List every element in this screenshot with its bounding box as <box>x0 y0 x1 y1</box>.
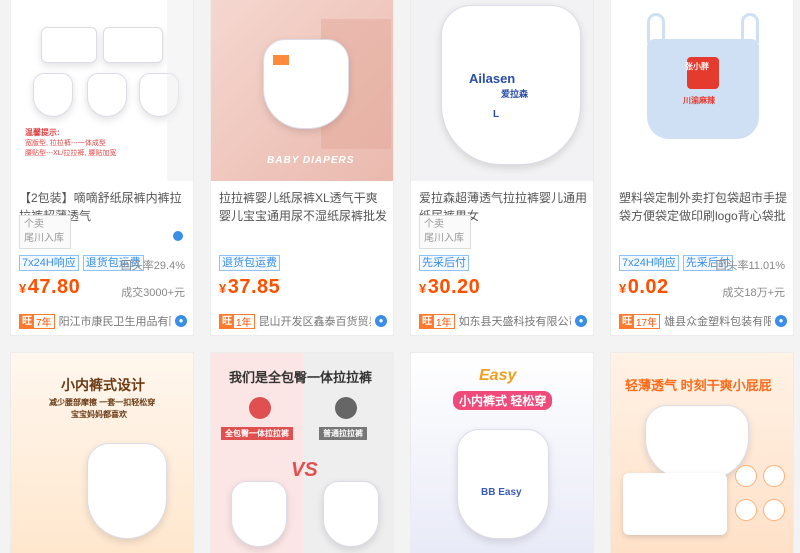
product-image[interactable]: 温馨提示: 宽版型, 拉拉裤---一体成型 腰贴型---XL/拉拉裤, 腰贴加宽 <box>11 0 193 181</box>
image-caption: 宝宝妈妈都喜欢 <box>71 410 127 419</box>
product-image[interactable]: Easy 小内裤式 轻松穿 BB Easy <box>411 353 593 553</box>
product-image[interactable]: 小内裤式设计 减少腰部摩擦 一套一扣轻松穿 宝宝妈妈都喜欢 <box>11 353 193 553</box>
shop-thumbnail: 个卖 尾川入库 <box>419 215 471 249</box>
product-title[interactable]: 拉拉裤婴儿纸尿裤XL透气干爽婴儿宝宝通用尿不湿纸尿裤批发 <box>219 189 387 225</box>
price: ¥47.80 <box>19 276 80 299</box>
sales-volume: 成交18万+元 <box>722 287 785 299</box>
shop-name[interactable]: 阳江市康民卫生用品有限公司 <box>59 313 171 329</box>
service-tag: 退货包运费 <box>219 255 280 271</box>
price: ¥30.20 <box>419 276 480 299</box>
shop-badge-icon: 旺 <box>420 314 434 328</box>
shop-thumbnail: 个卖 尾川入库 <box>19 215 71 249</box>
image-caption: 小内裤式设计 <box>61 377 145 393</box>
currency-symbol: ¥ <box>419 281 427 296</box>
product-title[interactable]: 塑料袋定制外卖打包袋超市手提袋方便袋定做印刷logo背心袋批发 <box>619 189 787 225</box>
image-caption: L <box>493 109 500 120</box>
image-caption: 腰贴型---XL/拉拉裤, 腰贴加宽 <box>25 150 117 157</box>
sales-volume: 成交3000+元 <box>121 287 185 299</box>
image-caption: 小内裤式 轻松穿 <box>453 391 553 410</box>
service-tags: 先采后付 <box>419 255 469 271</box>
shop-badge: 旺 1年 <box>219 313 255 329</box>
wangwang-chat-icon[interactable]: ● <box>775 315 787 327</box>
product-card[interactable]: 小内裤式设计 减少腰部摩擦 一套一扣轻松穿 宝宝妈妈都喜欢 <box>10 352 194 553</box>
price-value: 0.02 <box>627 276 669 298</box>
product-card[interactable]: Ailasen 爱拉森 L 爱拉森超薄透气拉拉裤婴儿通用纸尿裤男女 个卖 尾川入… <box>410 0 594 336</box>
product-card[interactable]: 温馨提示: 宽版型, 拉拉裤---一体成型 腰贴型---XL/拉拉裤, 腰贴加宽… <box>10 0 194 336</box>
currency-symbol: ¥ <box>619 281 627 296</box>
product-card[interactable]: Easy 小内裤式 轻松穿 BB Easy <box>410 352 594 553</box>
price: ¥37.85 <box>219 276 280 299</box>
shop-row: 旺 1年 如东县天盛科技有限公司 ● <box>419 313 587 329</box>
product-image[interactable]: Ailasen 爱拉森 L <box>411 0 593 181</box>
product-card[interactable]: 我们是全包臀一体拉拉裤 全包臀一体拉拉裤 普通拉拉裤 VS <box>210 352 394 553</box>
image-caption: BB Easy <box>481 487 522 498</box>
shop-row: 旺7年 阳江市康民卫生用品有限公司 ● <box>19 313 187 329</box>
shop-years: 17年 <box>636 317 658 329</box>
service-tag: 7x24H响应 <box>619 255 679 271</box>
shop-thumbnail-text: 尾川入库 <box>424 233 464 244</box>
similar-icon[interactable] <box>173 231 183 241</box>
image-caption: 全包臀一体拉拉裤 <box>221 427 293 440</box>
shop-badge: 旺 17年 <box>619 313 661 329</box>
product-image[interactable]: 我们是全包臀一体拉拉裤 全包臀一体拉拉裤 普通拉拉裤 VS <box>211 353 393 553</box>
return-rate: 回头率11.01% <box>715 260 786 272</box>
product-card[interactable]: BABY DIAPERS 拉拉裤婴儿纸尿裤XL透气干爽婴儿宝宝通用尿不湿纸尿裤批… <box>210 0 394 336</box>
product-image[interactable]: BABY DIAPERS <box>211 0 393 181</box>
image-caption: 温馨提示: <box>25 128 60 137</box>
price-value: 37.85 <box>227 276 281 298</box>
shop-thumbnail-text: 个卖 <box>424 219 444 230</box>
shop-name[interactable]: 如东县天盛科技有限公司 <box>459 313 571 329</box>
image-caption: 张小胖 <box>685 62 709 71</box>
shop-badge-icon: 旺 <box>620 314 634 328</box>
product-card[interactable]: 轻薄透气 时刻干爽小屁屁 <box>610 352 794 553</box>
return-rate: 回头率29.4% <box>120 260 185 272</box>
shop-row: 旺1年 昆山开发区鑫泰百货贸易商行 ● <box>219 313 387 329</box>
image-caption: 我们是全包臀一体拉拉裤 <box>229 370 373 385</box>
product-image[interactable]: 张小胖 川渝麻辣 <box>611 0 793 181</box>
shop-badge: 旺 7年 <box>19 313 55 329</box>
shop-badge-icon: 旺 <box>220 314 234 328</box>
wangwang-chat-icon[interactable]: ● <box>375 315 387 327</box>
shop-badge: 旺 1年 <box>419 313 455 329</box>
image-caption: 减少腰部摩擦 一套一扣轻松穿 <box>49 398 156 407</box>
wangwang-chat-icon[interactable]: ● <box>175 315 187 327</box>
image-caption: 爱拉森 <box>501 89 529 99</box>
service-tag: 7x24H响应 <box>19 255 79 271</box>
shop-row: 旺17年 雄县众金塑料包装有限公司 ● <box>619 313 787 329</box>
image-caption: 宽版型, 拉拉裤---一体成型 <box>25 140 106 147</box>
currency-symbol: ¥ <box>19 281 27 296</box>
image-caption: VS <box>291 459 318 481</box>
shop-badge-icon: 旺 <box>20 314 34 328</box>
shop-thumbnail-text: 尾川入库 <box>24 233 64 244</box>
shop-name[interactable]: 昆山开发区鑫泰百货贸易商行 <box>259 313 371 329</box>
price: ¥0.02 <box>619 276 669 299</box>
image-caption: 轻薄透气 时刻干爽小屁屁 <box>625 378 772 393</box>
shop-name[interactable]: 雄县众金塑料包装有限公司 <box>664 313 771 329</box>
shop-thumbnail-text: 个卖 <box>24 219 44 230</box>
image-caption: Easy <box>479 367 517 384</box>
product-image[interactable]: 轻薄透气 时刻干爽小屁屁 <box>611 353 793 553</box>
price-value: 30.20 <box>427 276 481 298</box>
service-tag: 先采后付 <box>419 255 469 271</box>
price-value: 47.80 <box>27 276 81 298</box>
wangwang-chat-icon[interactable]: ● <box>575 315 587 327</box>
image-caption: 普通拉拉裤 <box>319 427 367 440</box>
image-caption: 川渝麻辣 <box>683 96 715 105</box>
shop-years: 7年 <box>36 317 52 329</box>
shop-years: 1年 <box>436 317 452 329</box>
shop-years: 1年 <box>236 317 252 329</box>
currency-symbol: ¥ <box>219 281 227 296</box>
product-card[interactable]: 张小胖 川渝麻辣 塑料袋定制外卖打包袋超市手提袋方便袋定做印刷logo背心袋批发… <box>610 0 794 336</box>
image-caption: BABY DIAPERS <box>267 155 355 166</box>
service-tags: 退货包运费 <box>219 255 280 271</box>
image-caption: Ailasen <box>469 71 516 86</box>
